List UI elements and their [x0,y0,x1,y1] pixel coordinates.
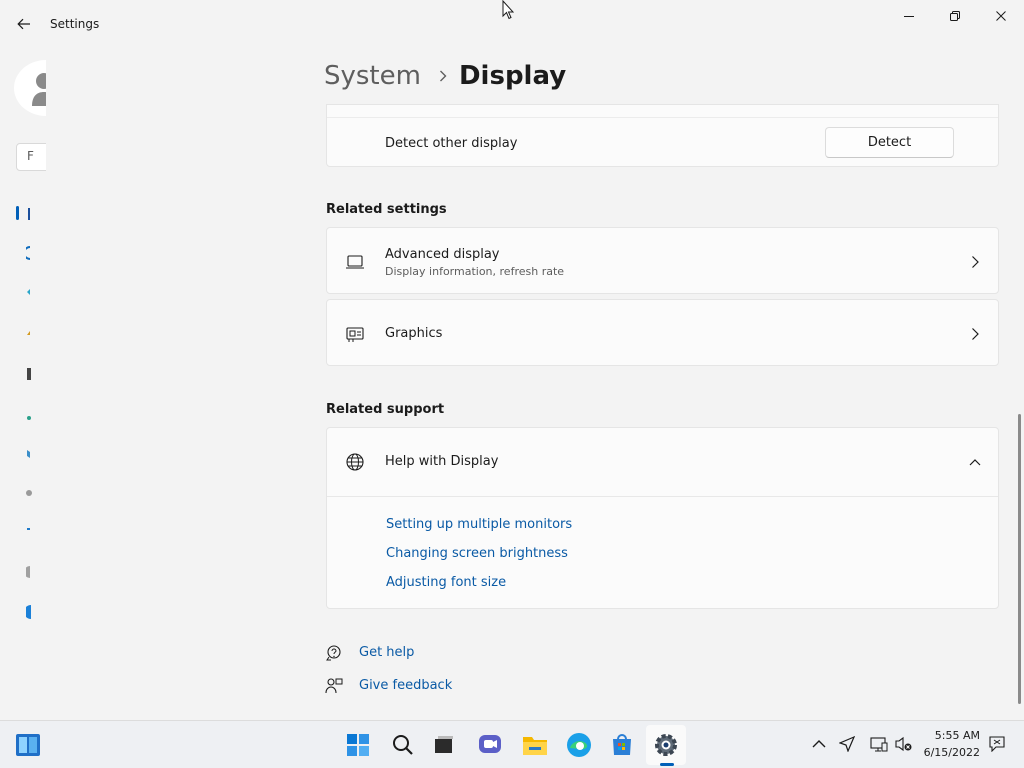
detect-display-card: Detect other display Detect [326,104,999,167]
divider [327,496,998,497]
close-button[interactable] [978,0,1024,32]
update-icon[interactable] [26,604,46,620]
personalization-icon[interactable] [26,324,46,340]
edge-button[interactable] [565,731,593,759]
related-support-heading: Related support [326,402,445,417]
navigation-pane: F [0,48,46,720]
clock-date[interactable]: 6/15/2022 [920,746,980,759]
chevron-up-icon [812,740,826,748]
accounts-icon[interactable] [26,410,46,426]
breadcrumb-system[interactable]: System [324,61,421,91]
search-button[interactable] [389,731,417,759]
get-help-link[interactable]: Get help [359,645,414,660]
chat-icon [479,735,501,753]
search-icon [393,735,413,755]
detect-button[interactable]: Detect [825,127,954,158]
help-link-font-size[interactable]: Adjusting font size [386,575,506,590]
search-text: F [27,149,34,163]
chevron-right-icon [972,328,979,340]
chevron-right-icon [972,256,979,268]
bluetooth-icon[interactable] [26,245,46,261]
time-language-icon[interactable] [26,446,46,462]
detect-label: Detect other display [385,136,518,151]
divider [327,117,998,118]
graphics-card-icon [346,327,364,342]
show-hidden-icons-button[interactable] [810,735,828,753]
start-button[interactable] [344,731,372,759]
advanced-display-subtitle: Display information, refresh rate [385,265,565,278]
edge-icon [567,733,591,757]
privacy-icon[interactable] [26,564,46,580]
scrollbar[interactable] [1018,414,1021,704]
accessibility-icon[interactable] [26,522,46,538]
graphics-title: Graphics [385,326,443,341]
task-view-button[interactable] [430,731,458,759]
location-icon [839,736,855,752]
selection-indicator [16,206,19,220]
widgets-button[interactable] [14,731,42,759]
title-bar: Settings [0,0,1024,48]
gaming-icon[interactable] [26,485,46,501]
notifications-button[interactable] [988,735,1006,753]
file-explorer-button[interactable] [521,731,549,759]
mouse-cursor-icon [502,0,515,24]
graphics-row[interactable]: Graphics [326,299,999,366]
system-icon[interactable] [26,206,46,222]
volume-muted-icon [895,736,912,752]
start-icon [347,734,369,756]
user-icon [32,73,46,106]
help-with-display-header[interactable]: Help with Display [327,428,998,496]
restore-icon [950,11,960,21]
apps-icon[interactable] [26,366,46,382]
arrow-left-icon [17,18,30,30]
globe-icon [346,453,364,471]
give-feedback-icon [325,678,343,694]
restore-button[interactable] [932,0,978,32]
minimize-button[interactable] [886,0,932,32]
close-icon [996,11,1006,21]
chat-button[interactable] [476,731,504,759]
widgets-icon [16,734,40,756]
notification-icon [989,736,1005,752]
page-title: Display [458,61,567,91]
laptop-icon [346,255,364,269]
minimize-icon [904,16,914,17]
active-app-indicator [660,763,674,766]
file-explorer-icon [523,737,547,755]
clock-time[interactable]: 5:55 AM [930,729,980,742]
store-icon [613,734,631,755]
chevron-up-icon [969,459,981,466]
advanced-display-row[interactable]: Advanced display Display information, re… [326,227,999,294]
get-help-icon [326,645,341,661]
back-button[interactable] [10,10,38,38]
network-tray-icon [870,737,888,752]
related-settings-heading: Related settings [326,202,447,217]
settings-icon [655,734,677,756]
chevron-right-icon [439,70,447,82]
task-view-icon [435,736,453,753]
help-link-multiple-monitors[interactable]: Setting up multiple monitors [386,517,572,532]
location-button[interactable] [838,735,856,753]
settings-button[interactable] [652,731,680,759]
network-icon[interactable] [26,284,46,300]
app-title: Settings [50,17,100,31]
find-setting-input[interactable]: F [16,143,46,171]
network-tray-button[interactable] [870,735,888,753]
taskbar: 5:55 AM 6/15/2022 [0,720,1024,768]
help-link-screen-brightness[interactable]: Changing screen brightness [386,546,568,561]
help-with-display-title: Help with Display [385,454,499,469]
advanced-display-title: Advanced display [385,247,500,262]
help-with-display-card: Help with Display Setting up multiple mo… [326,427,999,609]
avatar[interactable] [14,60,46,116]
store-button[interactable] [608,731,636,759]
give-feedback-link[interactable]: Give feedback [359,678,452,693]
breadcrumb: System Display [324,56,566,96]
volume-button[interactable] [895,735,913,753]
